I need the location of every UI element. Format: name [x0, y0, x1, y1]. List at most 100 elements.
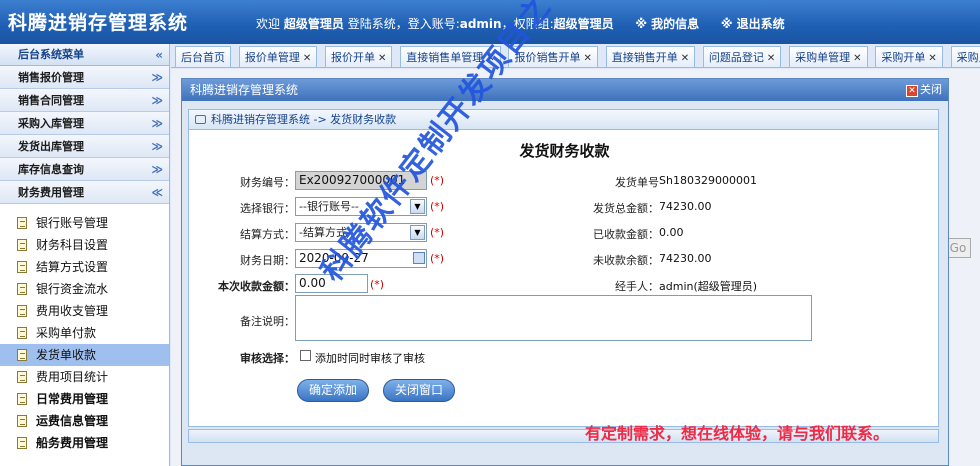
tab-label: 报价开单 — [331, 51, 376, 64]
tab[interactable]: 采购单管理 ✕ — [789, 46, 868, 67]
item-label: 采购单付款 — [36, 326, 97, 340]
sidebar-item[interactable]: 财务科目设置 — [0, 234, 169, 256]
remark-textarea[interactable] — [295, 295, 812, 341]
sidebar-item[interactable]: 费用收支管理 — [0, 300, 169, 322]
item-label: 结算方式设置 — [36, 260, 109, 274]
calendar-icon[interactable] — [413, 252, 425, 264]
sidebar-title: 后台系统菜单 — [18, 48, 84, 61]
tab[interactable]: 直接销售开单 ✕ — [605, 46, 696, 67]
tab[interactable]: 问题品登记 ✕ — [702, 46, 782, 67]
modal-close-button[interactable]: ✕ 关闭 — [906, 83, 942, 97]
chevron-down-icon: ≫ — [151, 117, 163, 130]
close-icon: ✕ — [906, 85, 918, 97]
settle-label: 结算方式： — [240, 228, 295, 241]
item-label: 费用项目统计 — [36, 370, 109, 384]
form-panel: 科腾进销存管理系统 -> 发货财务收款 发货财务收款 财务编号： Ex20092… — [188, 109, 939, 427]
sidebar-item[interactable]: 采购单付款 — [0, 322, 169, 344]
tab-home[interactable]: 后台首页 — [175, 46, 231, 67]
sidebar-item-active[interactable]: 发货单收款 — [0, 344, 169, 366]
sidebar-item[interactable]: 运费信息管理 — [0, 410, 169, 432]
close-label: 关闭 — [920, 83, 942, 96]
document-icon — [17, 415, 27, 427]
logout-link[interactable]: ※ 退出系统 — [721, 17, 785, 31]
document-icon — [17, 349, 27, 361]
sidebar-item[interactable]: 费用项目统计 — [0, 366, 169, 388]
ship-no-value: Sh180329000001 — [659, 174, 757, 187]
sidebar-item[interactable]: 银行资金流水 — [0, 278, 169, 300]
welcome-text: 欢迎 — [256, 17, 281, 31]
sidebar: 后台系统菜单 « 销售报价管理 ≫ 销售合同管理 ≫ 采购入库管理 ≫ 发货出库管理 ≫… — [0, 44, 170, 466]
tab[interactable]: 报价单管理 ✕ — [238, 46, 318, 67]
required-mark: (*) — [430, 200, 445, 213]
tab-label: 直接销售开单 — [611, 51, 678, 64]
close-tab-icon[interactable]: ✕ — [853, 53, 861, 64]
form-title: 发货财务收款 — [519, 142, 610, 160]
remark-label: 备注说明： — [240, 315, 295, 328]
item-label: 运费信息管理 — [36, 414, 109, 428]
sidebar-item[interactable]: 日常费用管理 — [0, 388, 169, 410]
audit-checkbox[interactable] — [300, 350, 311, 361]
document-icon — [17, 261, 27, 273]
sidebar-item[interactable]: 银行账号管理 — [0, 212, 169, 234]
tab[interactable]: 采购入库流水✕ — [950, 46, 980, 67]
item-label: 日常费用管理 — [36, 392, 109, 406]
sidebar-category[interactable]: 库存信息查询 ≫ — [0, 158, 169, 181]
tab[interactable]: 采购开单 ✕ — [875, 46, 943, 67]
category-label: 库存信息查询 — [18, 163, 84, 176]
chevron-up-icon: ≪ — [151, 186, 163, 199]
nav-icon — [195, 115, 206, 124]
document-icon — [17, 327, 27, 339]
tab-label: 采购入库流水 — [956, 51, 980, 64]
promo-text: 有定制需求，想在线体验，请与我们联系。 — [585, 424, 890, 443]
close-tab-icon[interactable]: ✕ — [767, 53, 775, 64]
tab[interactable]: 报价开单 ✕ — [325, 46, 393, 67]
sidebar-category[interactable]: 销售报价管理 ≫ — [0, 66, 169, 89]
item-label: 银行账号管理 — [36, 216, 109, 230]
sidebar-category[interactable]: 发货出库管理 ≫ — [0, 135, 169, 158]
modal-body: 科腾进销存管理系统 -> 发货财务收款 发货财务收款 财务编号： Ex20092… — [182, 101, 948, 465]
my-info-link[interactable]: ※ 我的信息 — [635, 17, 699, 31]
document-icon — [17, 217, 27, 229]
tab-label: 报价单管理 — [244, 51, 300, 64]
date-label: 财务日期： — [240, 254, 295, 267]
item-label: 船务费用管理 — [36, 436, 109, 450]
close-tab-icon[interactable]: ✕ — [583, 53, 591, 64]
unreceived-label: 未收款余额： — [593, 254, 659, 267]
chevron-down-icon: ▼ — [410, 199, 425, 214]
ship-total-value: 74230.00 — [659, 200, 712, 213]
ship-total-label: 发货总金额： — [593, 202, 659, 215]
breadcrumb: 科腾进销存管理系统 -> 发货财务收款 — [189, 110, 938, 130]
close-tab-icon[interactable]: ✕ — [681, 53, 689, 64]
confirm-add-button[interactable]: 确定添加 — [297, 379, 369, 402]
handler-label: 经手人： — [615, 280, 659, 293]
chevron-down-icon: ≫ — [151, 94, 163, 107]
required-mark: (*) — [430, 226, 445, 239]
item-label: 财务科目设置 — [36, 238, 109, 252]
sidebar-item[interactable]: 结算方式设置 — [0, 256, 169, 278]
received-label: 已收款金额： — [593, 228, 659, 241]
required-mark: (*) — [370, 278, 385, 291]
sidebar-category[interactable]: 销售合同管理 ≫ — [0, 89, 169, 112]
sidebar-category[interactable]: 采购入库管理 ≫ — [0, 112, 169, 135]
document-icon — [17, 305, 27, 317]
finance-no-label: 财务编号： — [240, 176, 295, 189]
close-tab-icon[interactable]: ✕ — [303, 53, 311, 64]
close-tab-icon[interactable]: ✕ — [378, 53, 386, 64]
document-icon — [17, 283, 27, 295]
tab-label: 采购单管理 — [795, 51, 851, 64]
received-value: 0.00 — [659, 226, 684, 239]
sidebar-item[interactable]: 船务费用管理 — [0, 432, 169, 454]
required-mark: (*) — [430, 252, 445, 265]
category-label: 发货出库管理 — [18, 140, 84, 153]
close-tab-icon[interactable]: ✕ — [928, 53, 936, 64]
modal-titlebar[interactable]: 科腾进销存管理系统 — [182, 79, 948, 101]
tab-label: 采购开单 — [881, 51, 926, 64]
login-text: 登陆系统，登入账号: — [347, 17, 460, 31]
close-window-button[interactable]: 关闭窗口 — [383, 379, 455, 402]
collapse-sidebar-icon[interactable]: « — [155, 44, 163, 66]
category-label: 采购入库管理 — [18, 117, 84, 130]
sidebar-category-expanded[interactable]: 财务费用管理 ≪ — [0, 181, 169, 204]
audit-text: 添加时同时审核了审核 — [315, 352, 425, 365]
sidebar-header: 后台系统菜单 « — [0, 44, 169, 66]
audit-label: 审核选择： — [240, 352, 295, 365]
